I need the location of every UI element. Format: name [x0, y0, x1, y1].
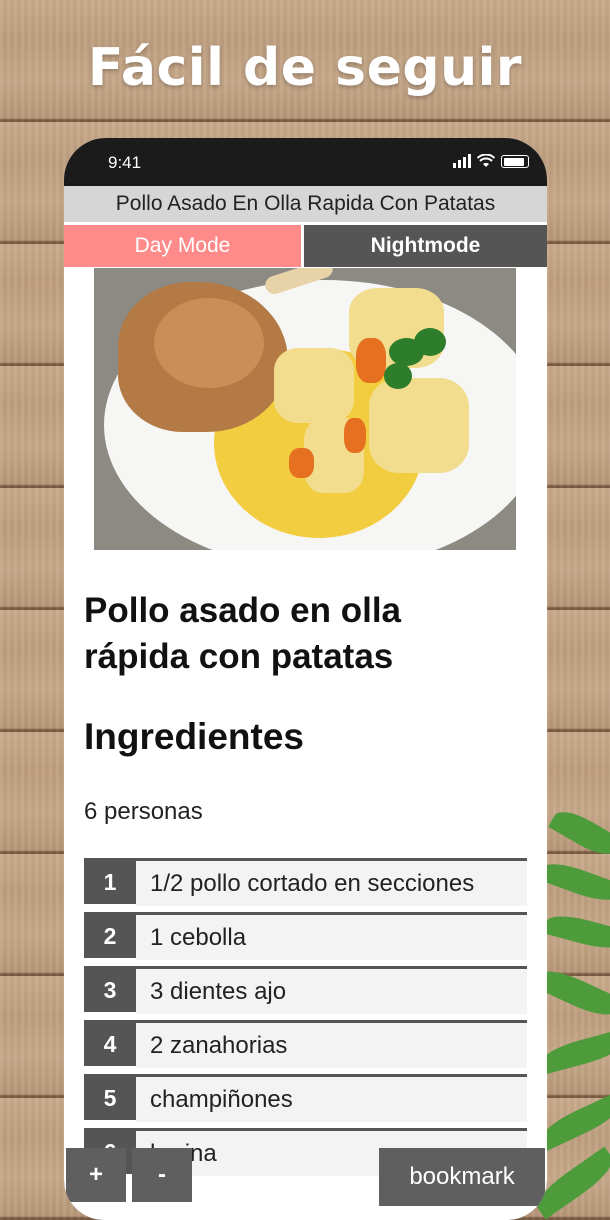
ingredient-number: 2 [84, 915, 136, 958]
ingredient-row: 4 2 zanahorias [84, 1020, 527, 1068]
signal-icon [453, 154, 471, 168]
wifi-icon [477, 154, 495, 167]
ingredient-row: 1 1/2 pollo cortado en secciones [84, 858, 527, 906]
ingredient-row: 5 champiñones [84, 1074, 527, 1122]
night-mode-button[interactable]: Nightmode [304, 225, 547, 267]
status-time: 9:41 [108, 153, 142, 172]
ingredients-heading: Ingredientes [84, 716, 304, 757]
ingredient-text: 1 cebolla [136, 915, 527, 960]
recipe-title-bar: Pollo Asado En Olla Rapida Con Patatas [64, 186, 547, 222]
ingredient-text: champiñones [136, 1077, 527, 1122]
ingredient-row: 2 1 cebolla [84, 912, 527, 960]
app-screen: 9:41 Pollo Asado En Olla Rapida Con Pata… [64, 138, 547, 1220]
status-icons [453, 154, 529, 168]
mode-toggle: Day Mode Nightmode [64, 225, 547, 267]
ingredient-text: 1/2 pollo cortado en secciones [136, 861, 527, 906]
servings-text: 6 personas [84, 798, 203, 825]
bookmark-button[interactable]: bookmark [379, 1148, 545, 1206]
ingredient-number: 4 [84, 1023, 136, 1066]
ingredient-row: 3 3 dientes ajo [84, 966, 527, 1014]
ingredient-number: 1 [84, 861, 136, 904]
ingredient-text: 3 dientes ajo [136, 969, 527, 1014]
recipe-heading: Pollo asado en olla rápida con patatas [84, 591, 402, 676]
zoom-out-button[interactable]: - [132, 1148, 192, 1202]
battery-icon [501, 155, 529, 168]
day-mode-button[interactable]: Day Mode [64, 225, 301, 267]
ingredient-number: 5 [84, 1077, 136, 1120]
ingredient-list: 1 1/2 pollo cortado en secciones 2 1 ceb… [84, 858, 527, 1182]
zoom-in-button[interactable]: + [66, 1148, 126, 1202]
recipe-photo [94, 268, 516, 550]
phone-notch [172, 138, 440, 186]
phone-frame: 9:41 Pollo Asado En Olla Rapida Con Pata… [64, 138, 547, 1220]
recipe-content: Pollo asado en olla rápida con patatas I… [64, 268, 547, 1220]
ingredient-text: 2 zanahorias [136, 1023, 527, 1068]
ingredient-number: 3 [84, 969, 136, 1012]
status-bar: 9:41 [64, 138, 547, 186]
banner-headline: Fácil de seguir [87, 38, 523, 98]
